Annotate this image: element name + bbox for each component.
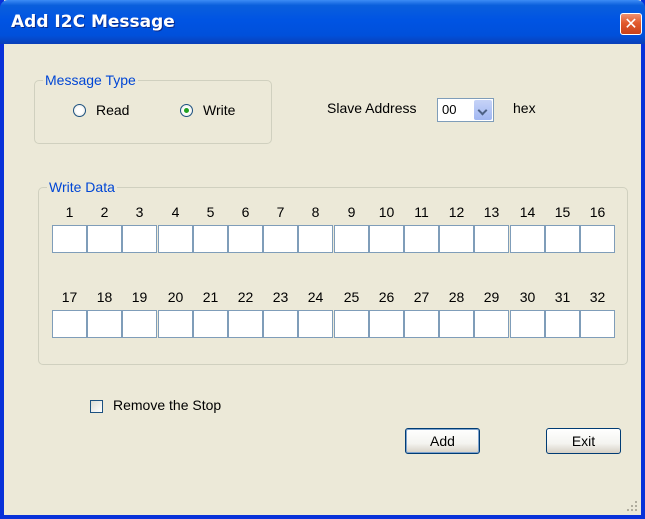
byte-input[interactable] bbox=[52, 310, 87, 338]
byte-index-label: 23 bbox=[272, 289, 289, 305]
byte-input[interactable] bbox=[334, 225, 369, 253]
byte-index-label: 14 bbox=[519, 204, 536, 220]
byte-index-label: 21 bbox=[202, 289, 219, 305]
byte-index-label: 27 bbox=[413, 289, 430, 305]
byte-index-label: 30 bbox=[519, 289, 536, 305]
byte-input[interactable] bbox=[474, 310, 509, 338]
byte-index-label: 22 bbox=[237, 289, 254, 305]
byte-input[interactable] bbox=[404, 310, 439, 338]
byte-input[interactable] bbox=[122, 225, 157, 253]
radio-read-circle[interactable] bbox=[73, 103, 86, 117]
byte-input[interactable] bbox=[404, 225, 439, 253]
byte-input[interactable] bbox=[228, 225, 263, 253]
byte-input[interactable] bbox=[298, 310, 333, 338]
close-button[interactable]: ✕ bbox=[620, 13, 642, 35]
byte-input[interactable] bbox=[545, 310, 580, 338]
byte-index-label: 11 bbox=[414, 204, 429, 220]
byte-input[interactable] bbox=[510, 310, 545, 338]
byte-index-label: 31 bbox=[554, 289, 571, 305]
byte-input[interactable] bbox=[369, 310, 404, 338]
byte-index-label: 29 bbox=[483, 289, 500, 305]
byte-index-label: 19 bbox=[131, 289, 148, 305]
dialog-content: Message Type Read Write Slave Address 00… bbox=[4, 44, 641, 515]
byte-input[interactable] bbox=[369, 225, 404, 253]
byte-input[interactable] bbox=[158, 310, 193, 338]
dialog-window: Add I2C Message ✕ Message Type Read Writ… bbox=[0, 0, 645, 519]
window-title: Add I2C Message bbox=[11, 12, 175, 32]
byte-index-label: 17 bbox=[61, 289, 78, 305]
radio-write-circle[interactable] bbox=[180, 103, 193, 117]
byte-index-label: 12 bbox=[448, 204, 465, 220]
byte-index-label: 28 bbox=[448, 289, 465, 305]
byte-index-label: 4 bbox=[171, 204, 180, 220]
write-data-legend: Write Data bbox=[47, 179, 117, 195]
byte-index-label: 8 bbox=[311, 204, 320, 220]
title-bar[interactable]: Add I2C Message ✕ bbox=[0, 0, 645, 44]
byte-input[interactable] bbox=[439, 310, 474, 338]
byte-index-label: 10 bbox=[378, 204, 395, 220]
byte-input[interactable] bbox=[334, 310, 369, 338]
byte-input[interactable] bbox=[193, 225, 228, 253]
byte-index-label: 25 bbox=[343, 289, 360, 305]
byte-input[interactable] bbox=[87, 225, 122, 253]
byte-index-label: 13 bbox=[483, 204, 500, 220]
byte-input[interactable] bbox=[439, 225, 474, 253]
byte-input[interactable] bbox=[263, 225, 298, 253]
chevron-down-icon[interactable] bbox=[474, 100, 492, 120]
exit-button[interactable]: Exit bbox=[546, 428, 621, 454]
byte-index-label: 24 bbox=[307, 289, 324, 305]
byte-index-label: 18 bbox=[96, 289, 113, 305]
hex-unit-label: hex bbox=[513, 100, 536, 116]
byte-index-label: 26 bbox=[378, 289, 395, 305]
remove-stop-label: Remove the Stop bbox=[113, 397, 222, 413]
radio-write-label: Write bbox=[203, 102, 236, 118]
byte-input[interactable] bbox=[122, 310, 157, 338]
radio-write[interactable]: Write bbox=[180, 102, 235, 118]
byte-input[interactable] bbox=[580, 310, 615, 338]
slave-address-select[interactable]: 00 bbox=[437, 98, 494, 122]
byte-input[interactable] bbox=[228, 310, 263, 338]
byte-input[interactable] bbox=[474, 225, 509, 253]
byte-input[interactable] bbox=[580, 225, 615, 253]
add-button[interactable]: Add bbox=[405, 428, 480, 454]
message-type-group: Message Type Read Write bbox=[34, 72, 272, 144]
byte-input[interactable] bbox=[87, 310, 122, 338]
byte-index-label: 9 bbox=[347, 204, 356, 220]
byte-index-label: 16 bbox=[589, 204, 606, 220]
message-type-legend: Message Type bbox=[43, 72, 138, 88]
byte-index-label: 6 bbox=[241, 204, 250, 220]
byte-index-label: 5 bbox=[206, 204, 215, 220]
byte-input[interactable] bbox=[193, 310, 228, 338]
byte-input[interactable] bbox=[298, 225, 333, 253]
slave-address-label: Slave Address bbox=[327, 100, 417, 116]
slave-address-value: 00 bbox=[442, 102, 457, 117]
resize-grip-icon[interactable] bbox=[627, 501, 637, 511]
radio-read-label: Read bbox=[96, 102, 130, 118]
byte-index-label: 15 bbox=[554, 204, 571, 220]
byte-index-label: 32 bbox=[589, 289, 606, 305]
byte-index-label: 20 bbox=[167, 289, 184, 305]
byte-index-label: 3 bbox=[135, 204, 144, 220]
byte-index-label: 2 bbox=[100, 204, 109, 220]
close-icon: ✕ bbox=[624, 14, 638, 33]
remove-stop-checkbox[interactable] bbox=[90, 400, 103, 413]
byte-index-label: 7 bbox=[276, 204, 285, 220]
byte-index-label: 1 bbox=[65, 204, 74, 220]
byte-input[interactable] bbox=[545, 225, 580, 253]
byte-input[interactable] bbox=[263, 310, 298, 338]
radio-read[interactable]: Read bbox=[73, 102, 129, 118]
byte-input[interactable] bbox=[510, 225, 545, 253]
byte-input[interactable] bbox=[158, 225, 193, 253]
byte-input[interactable] bbox=[52, 225, 87, 253]
